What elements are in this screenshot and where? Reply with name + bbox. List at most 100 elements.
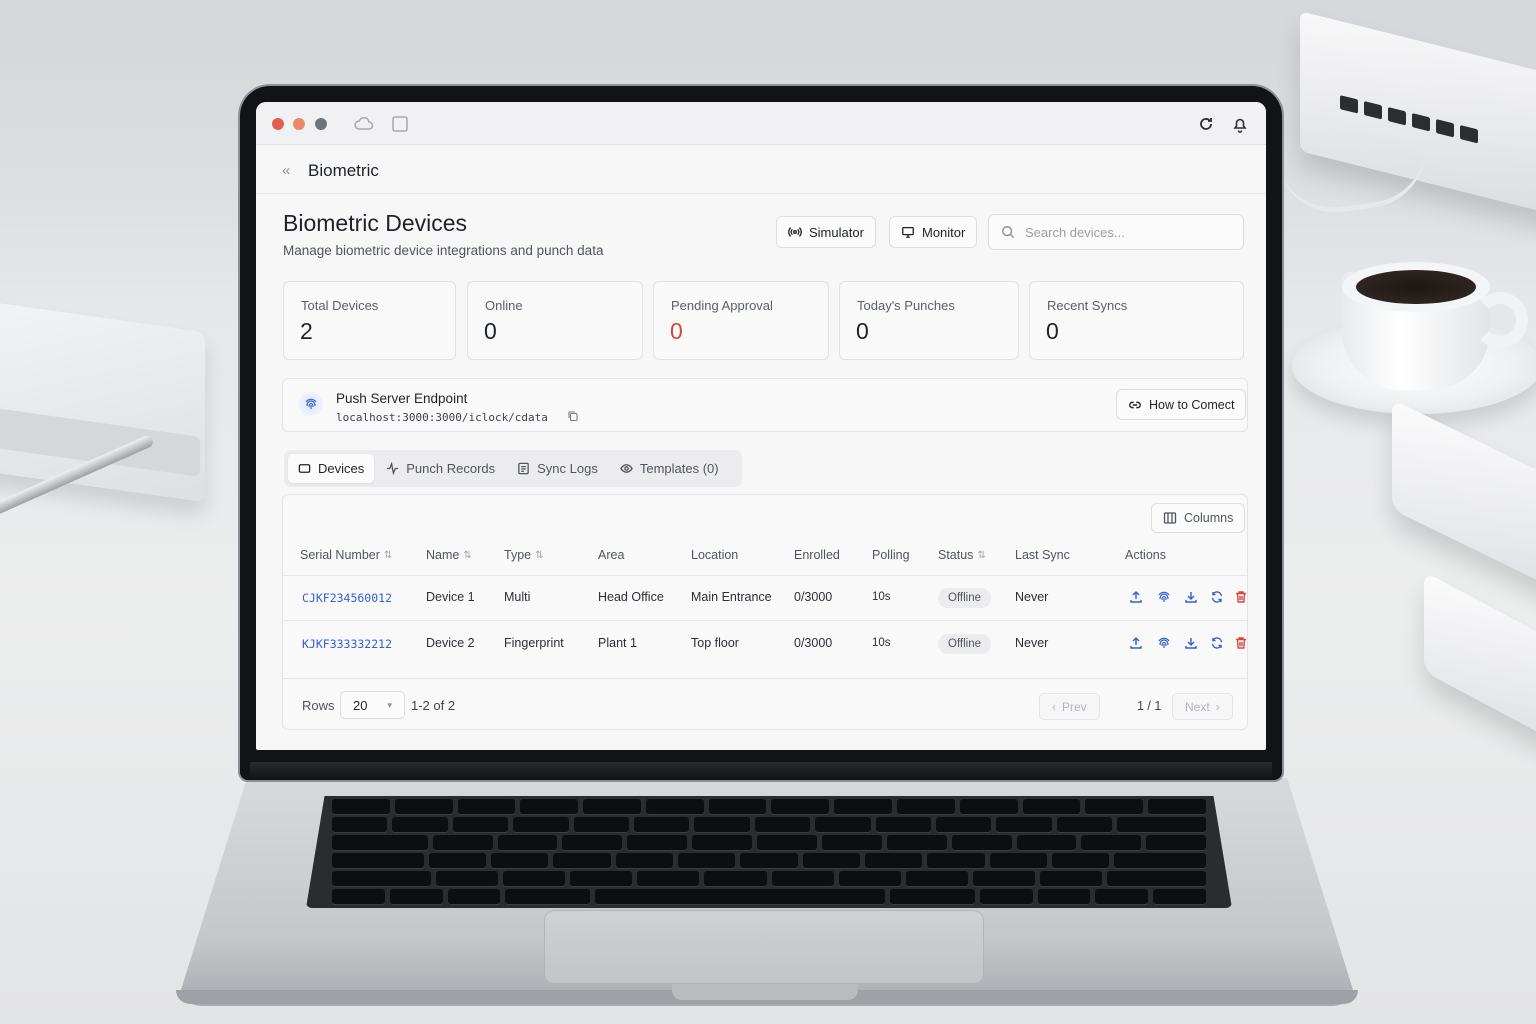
column-header-status[interactable]: Status ⇅ — [938, 548, 986, 562]
link-icon — [1129, 401, 1141, 408]
monitor-label: Monitor — [922, 224, 966, 240]
minimize-window-button[interactable] — [293, 118, 305, 130]
column-header-serial[interactable]: Serial Number ⇅ — [300, 548, 392, 562]
stat-value: 0 — [856, 318, 869, 344]
header-label: Name — [426, 548, 460, 562]
stat-label: Recent Syncs — [1047, 298, 1128, 313]
prev-page-button[interactable]: ‹ Prev — [1039, 693, 1100, 720]
header-label: Status — [938, 548, 974, 562]
device-enrolled: 0/3000 — [794, 636, 833, 650]
header-label: Location — [691, 548, 739, 562]
sort-icon: ⇅ — [977, 549, 986, 561]
header-label: Area — [598, 548, 625, 562]
trash-icon[interactable] — [1234, 636, 1248, 650]
eye-icon — [620, 464, 633, 473]
search-input[interactable] — [1025, 224, 1225, 240]
device-area: Plant 1 — [598, 636, 637, 650]
header-label: Enrolled — [794, 548, 840, 562]
header-label: Type — [504, 548, 532, 562]
serial-link[interactable]: KJKF333332212 — [302, 637, 392, 651]
header-label: Actions — [1125, 548, 1166, 562]
tab-label: Punch Records — [406, 461, 496, 476]
columns-icon — [1163, 512, 1177, 524]
device-polling: 10s — [872, 637, 891, 649]
columns-label: Columns — [1184, 511, 1234, 525]
top-navigation: « Biometric — [256, 146, 1266, 194]
column-header-location: Location — [691, 548, 738, 562]
tab-punch-records[interactable]: Punch Records — [376, 454, 505, 483]
copy-icon[interactable] — [567, 410, 579, 422]
search-box — [988, 214, 1244, 250]
next-page-button[interactable]: Next › — [1172, 693, 1233, 720]
chevron-right-icon: › — [1215, 699, 1220, 714]
push-server-endpoint-card: Push Server Endpoint localhost:3000:3000… — [282, 378, 1248, 432]
column-header-name[interactable]: Name ⇅ — [426, 548, 472, 562]
chevron-down-icon: ▾ — [387, 699, 392, 710]
column-header-type[interactable]: Type ⇅ — [504, 548, 544, 562]
prev-label: Prev — [1062, 699, 1087, 714]
coffee — [1356, 270, 1476, 304]
laptop-hinge — [250, 762, 1272, 780]
devices-table-card: Columns Serial Number ⇅ Name ⇅ Type ⇅ Area … — [282, 494, 1248, 730]
download-icon[interactable] — [1184, 590, 1198, 604]
laptop-notch — [672, 984, 858, 1000]
upload-icon[interactable] — [1129, 590, 1143, 604]
columns-button[interactable]: Columns — [1151, 503, 1246, 533]
simulator-button[interactable]: Simulator — [776, 216, 876, 248]
stat-label: Pending Approval — [671, 298, 773, 313]
stat-value: 0 — [484, 318, 497, 344]
refresh-icon[interactable] — [1196, 114, 1216, 134]
tab-devices[interactable]: Devices — [288, 454, 375, 483]
header-label: Serial Number — [300, 548, 380, 562]
endpoint-title: Push Server Endpoint — [336, 391, 468, 406]
stat-card-total-devices: Total Devices 2 — [283, 281, 456, 360]
tab-bar: Devices Punch Records Sync Logs Template… — [284, 450, 742, 487]
rows-per-page-select[interactable]: 20 ▾ — [340, 691, 405, 719]
bell-icon[interactable] — [1230, 114, 1250, 134]
close-window-button[interactable] — [272, 118, 284, 130]
column-header-area: Area — [598, 548, 624, 562]
log-icon — [518, 462, 529, 475]
column-header-actions: Actions — [1125, 548, 1166, 562]
device-location: Top floor — [691, 636, 739, 650]
fingerprint-icon[interactable] — [1157, 636, 1171, 650]
monitor-button[interactable]: Monitor — [889, 216, 978, 248]
maximize-window-button[interactable] — [315, 118, 327, 130]
how-to-connect-button[interactable]: How to Comect — [1116, 389, 1247, 420]
fingerprint-icon[interactable] — [1157, 590, 1171, 604]
sidebar-toggle-icon[interactable] — [390, 114, 410, 134]
next-label: Next — [1185, 699, 1210, 714]
sync-icon[interactable] — [1210, 636, 1224, 650]
trash-icon[interactable] — [1234, 590, 1248, 604]
sync-icon[interactable] — [1210, 590, 1224, 604]
header-label: Last Sync — [1015, 548, 1070, 562]
stat-value: 2 — [300, 318, 313, 344]
keyboard — [306, 796, 1232, 908]
activity-icon — [387, 462, 399, 475]
page-subtitle: Manage biometric device integrations and… — [283, 243, 604, 258]
simulator-label: Simulator — [809, 224, 864, 240]
stat-card-recent-syncs: Recent Syncs 0 — [1029, 281, 1244, 360]
window-titlebar — [256, 102, 1266, 145]
download-icon[interactable] — [1184, 636, 1198, 650]
tab-label: Devices — [318, 461, 365, 476]
sort-icon: ⇅ — [535, 549, 544, 561]
device-location: Main Entrance — [691, 590, 772, 604]
rows-per-page-value: 20 — [353, 697, 368, 713]
serial-link[interactable]: CJKF234560012 — [302, 591, 392, 605]
device-enrolled: 0/3000 — [794, 590, 833, 604]
fingerprint-icon — [299, 392, 323, 416]
chevron-double-left-icon[interactable]: « — [282, 162, 290, 179]
tab-label: Templates (0) — [639, 461, 719, 476]
device-polling: 10s — [872, 591, 891, 603]
tab-templates[interactable]: Templates (0) — [610, 454, 729, 483]
sort-icon: ⇅ — [463, 549, 472, 561]
stat-label: Today's Punches — [857, 298, 955, 313]
tab-sync-logs[interactable]: Sync Logs — [507, 454, 608, 483]
monitor-icon — [902, 226, 914, 238]
upload-icon[interactable] — [1129, 636, 1143, 650]
column-header-polling: Polling — [872, 548, 910, 562]
cloud-icon[interactable] — [354, 114, 374, 134]
search-icon — [1002, 226, 1015, 239]
tab-label: Sync Logs — [537, 461, 598, 476]
